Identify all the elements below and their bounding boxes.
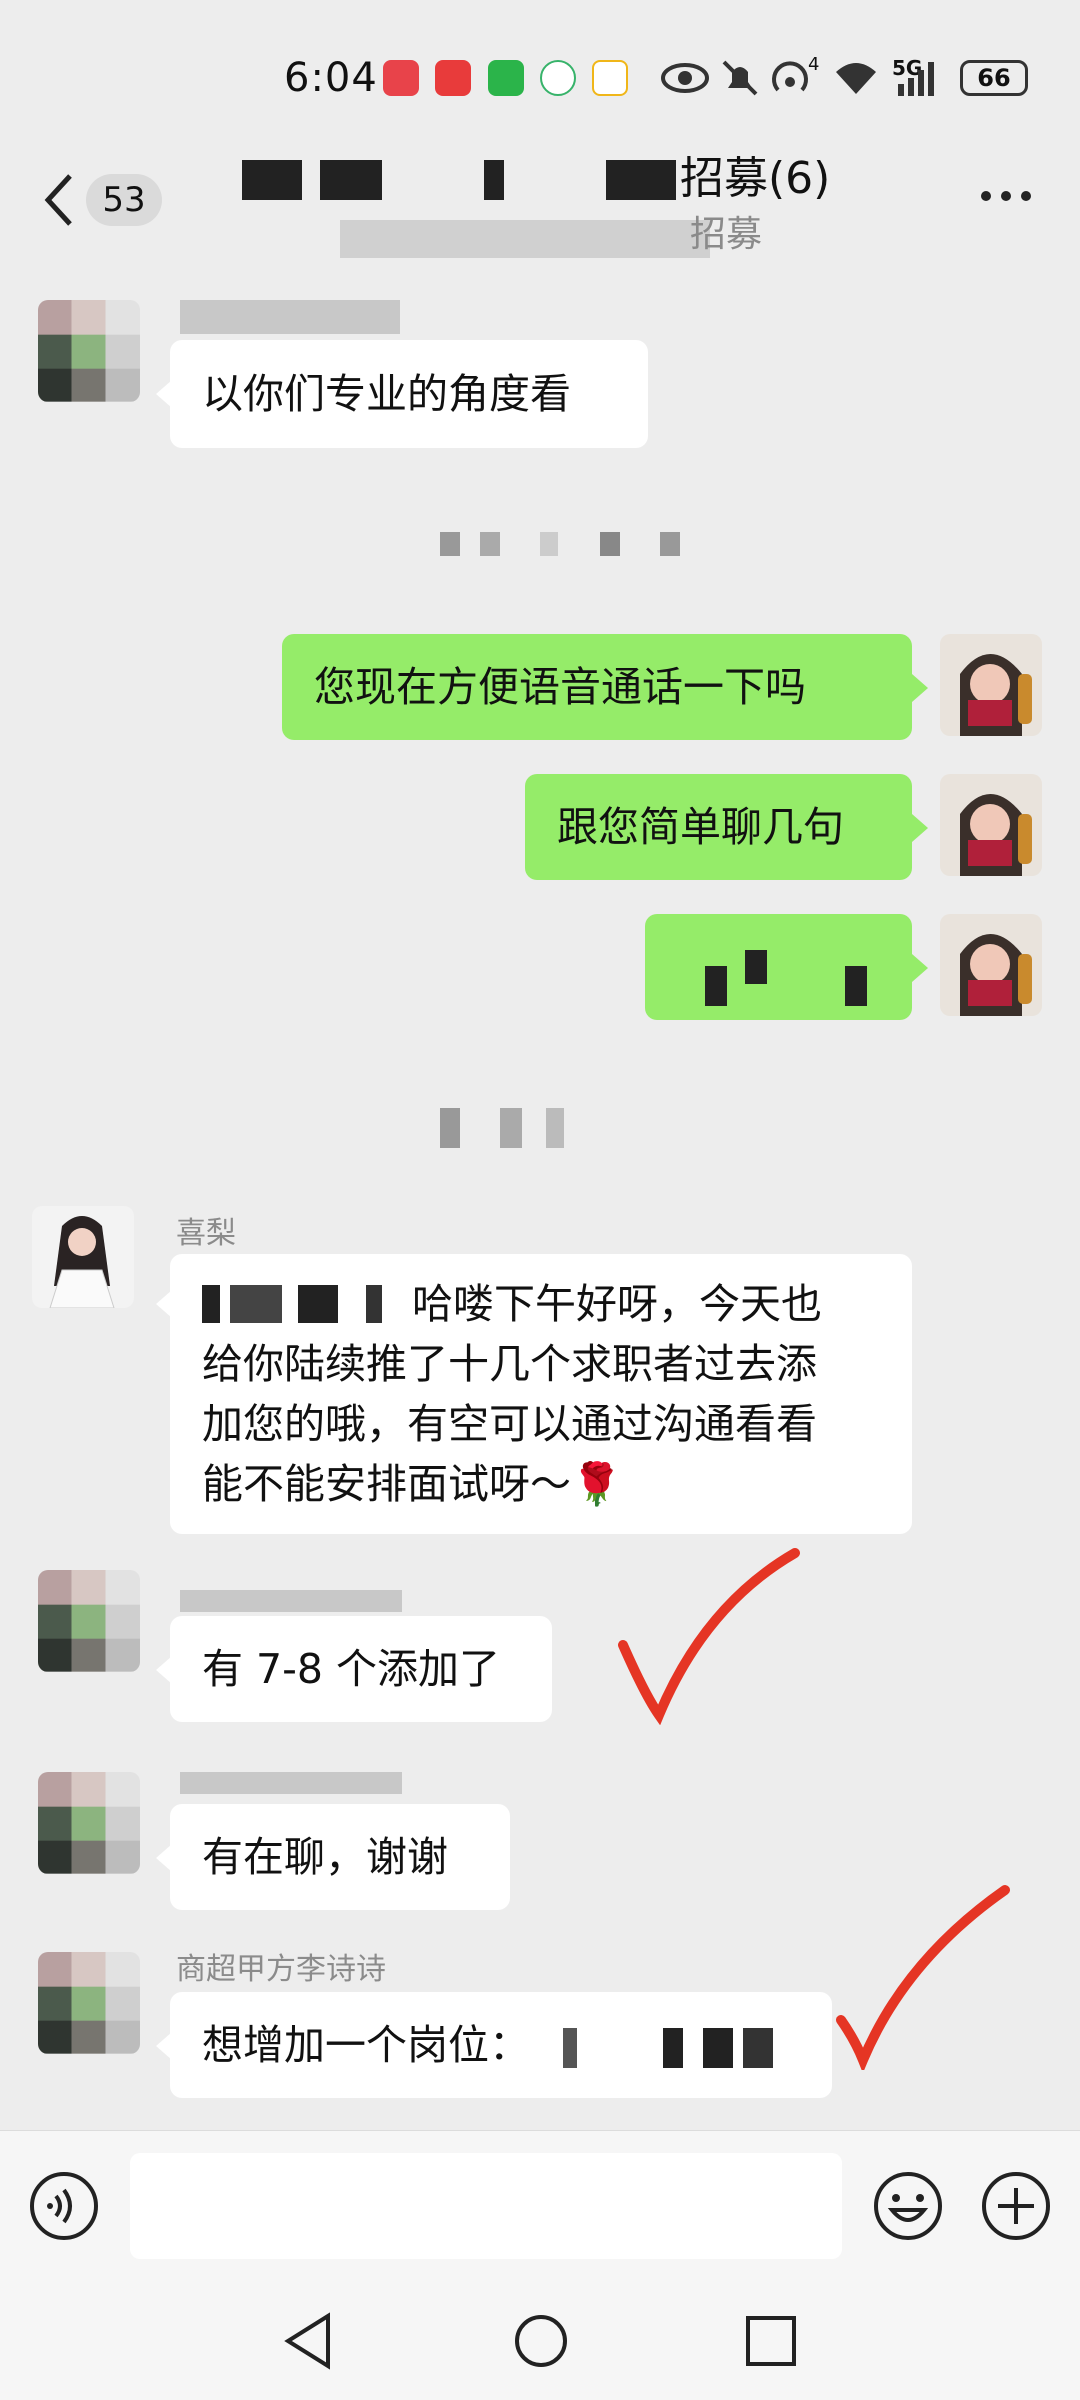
bubble-tail [156,1656,172,1684]
nav-recent-icon[interactable] [744,2314,798,2368]
pixelated-mention [202,1285,412,1323]
mute-bell-icon [722,60,758,96]
avatar[interactable] [38,1952,140,2054]
voice-icon[interactable] [28,2170,100,2242]
bubble-tail [912,814,928,842]
message-bubble[interactable]: 哈喽下午好呀，今天也 给你陆续推了十几个求职者过去添 加您的哦，有空可以通过沟通… [170,1254,912,1534]
battery-indicator: 66 [960,60,1028,96]
notes-app-icon [435,60,471,96]
message-text: 想增加一个岗位： [202,2021,530,2069]
bubble-tail [156,380,172,408]
status-time: 6:04 [284,55,378,101]
wechat-app-icon [488,60,524,96]
pixelated-title [606,160,676,200]
chat-title: 招募(6) [680,153,831,204]
message-line: 哈喽下午好呀，今天也 [412,1280,822,1328]
bubble-tail [156,1290,172,1318]
chat-subtitle: 招募 [690,214,763,255]
pixelated-content [705,966,727,1006]
emoji-icon[interactable] [872,2170,944,2242]
message-input[interactable] [130,2153,842,2259]
pixelated-job-title [563,2028,784,2068]
pixelated-sender-name [180,300,400,334]
red-check-mark [618,1548,800,1725]
self-avatar[interactable] [940,634,1042,736]
plus-icon[interactable] [980,2170,1052,2242]
pixelated-title [320,160,382,200]
pixelated-content [845,966,867,1006]
avatar[interactable] [38,1570,140,1672]
signal-icon [898,62,934,96]
bubble-tail [156,1844,172,1872]
message-text: 您现在方便语音通话一下吗 [314,663,806,711]
portrait-avatar-icon [49,1216,115,1308]
nav-home-icon[interactable] [512,2312,570,2370]
message-bubble-self[interactable]: 跟您简单聊几句 [525,774,912,880]
message-bubble[interactable]: 以你们专业的角度看 [170,340,648,448]
sender-name: 喜梨 [176,1216,236,1251]
back-arrow-icon[interactable] [40,170,80,230]
search-app-icon [592,60,628,96]
huawei-app-icon [383,60,419,96]
eye-icon [661,63,709,93]
status-bar: 6:04 4 5G 66 [0,0,1080,150]
pixelated-sender-name [180,1590,402,1612]
avatar[interactable] [38,1772,140,1874]
message-text: 以你们专业的角度看 [202,370,571,418]
message-bubble-self[interactable]: 您现在方便语音通话一下吗 [282,634,912,740]
nav-back-icon[interactable] [282,2312,336,2370]
pixelated-title [242,160,302,200]
red-check-mark [836,1885,1010,2070]
message-bubble[interactable]: 想增加一个岗位： [170,1992,832,2098]
bubble-tail [156,2032,172,2060]
bubble-tail [912,954,928,982]
unread-count-badge[interactable]: 53 [86,174,162,226]
cartoon-avatar-icon [960,654,1032,736]
message-line: 加您的哦，有空可以通过沟通看看 [202,1400,817,1448]
message-text: 跟您简单聊几句 [557,803,844,851]
message-text: 有在聊，谢谢 [202,1833,448,1881]
bubble-tail [912,674,928,702]
message-bubble[interactable]: 有在聊，谢谢 [170,1804,510,1910]
cartoon-avatar-icon [960,794,1032,876]
pixelated-content [745,950,767,984]
wifi-icon [836,63,876,94]
self-avatar[interactable] [940,914,1042,1016]
self-avatar[interactable] [940,774,1042,876]
pixelated-system-notice [440,532,690,556]
message-line: 能不能安排面试呀～🌹 [202,1460,623,1508]
message-bubble-self[interactable] [645,914,912,1020]
refresh-app-icon [540,60,576,96]
more-icon[interactable] [978,185,1038,215]
message-text: 有 7-8 个添加了 [202,1645,501,1693]
pixelated-title [484,160,504,200]
pixelated-subtitle [340,220,710,258]
avatar[interactable] [38,300,140,402]
sender-name: 商超甲方李诗诗 [176,1952,386,1987]
pixelated-sender-name [180,1772,402,1794]
avatar[interactable] [32,1206,134,1308]
pixelated-system-notice [440,1108,630,1148]
message-bubble[interactable]: 有 7-8 个添加了 [170,1616,552,1722]
cartoon-avatar-icon [960,934,1032,1016]
message-line: 给你陆续推了十几个求职者过去添 [202,1340,817,1388]
wifi-badge: 4 [808,54,820,75]
